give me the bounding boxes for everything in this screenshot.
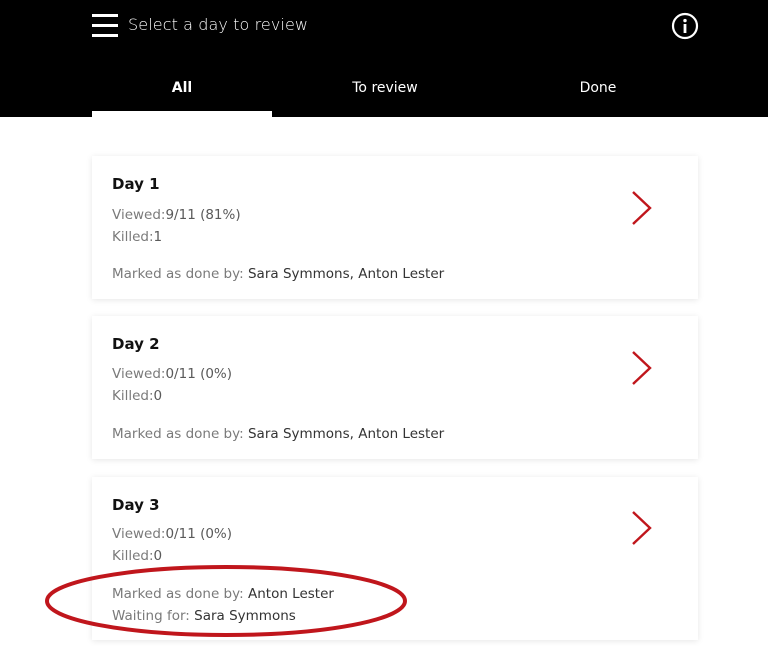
chevron-right-icon[interactable] [630, 350, 654, 386]
tab-label: All [171, 80, 193, 96]
active-tab-underline [92, 111, 272, 117]
killed-stat: Killed:0 [112, 388, 163, 404]
marked-done-by: Marked as done by: Anton Lester [112, 586, 334, 602]
viewed-stat: Viewed:0/11 (0%) [112, 366, 233, 382]
chevron-right-icon[interactable] [630, 190, 654, 226]
marked-done-by: Marked as done by: Sara Symmons, Anton L… [112, 426, 445, 442]
killed-stat: Killed:0 [112, 548, 163, 564]
viewed-stat: Viewed:0/11 (0%) [112, 526, 233, 542]
info-circle-icon[interactable] [671, 12, 699, 40]
waiting-for: Waiting for: Sara Symmons [112, 608, 296, 624]
hamburger-menu-icon[interactable] [92, 14, 118, 38]
tab-label: To review [352, 80, 418, 96]
tab-label: Done [579, 80, 617, 96]
tab-bar: All To review Done [92, 78, 698, 117]
day-title: Day 1 [112, 175, 160, 193]
day-card-2[interactable]: Day 2 Viewed:0/11 (0%) Killed:0 Marked a… [92, 316, 698, 459]
tab-done[interactable]: Done [528, 78, 668, 117]
day-card-1[interactable]: Day 1 Viewed:9/11 (81%) Killed:1 Marked … [92, 156, 698, 299]
killed-stat: Killed:1 [112, 229, 163, 245]
viewed-stat: Viewed:9/11 (81%) [112, 207, 241, 223]
tab-to-review[interactable]: To review [305, 78, 465, 117]
chevron-right-icon[interactable] [630, 510, 654, 546]
day-card-3[interactable]: Day 3 Viewed:0/11 (0%) Killed:0 Marked a… [92, 477, 698, 640]
page-title: Select a day to review [128, 15, 309, 34]
day-title: Day 2 [112, 335, 160, 353]
day-title: Day 3 [112, 496, 160, 514]
marked-done-by: Marked as done by: Sara Symmons, Anton L… [112, 266, 445, 282]
app-header: Select a day to review All To review Don… [0, 0, 768, 117]
tab-all[interactable]: All [92, 78, 272, 117]
